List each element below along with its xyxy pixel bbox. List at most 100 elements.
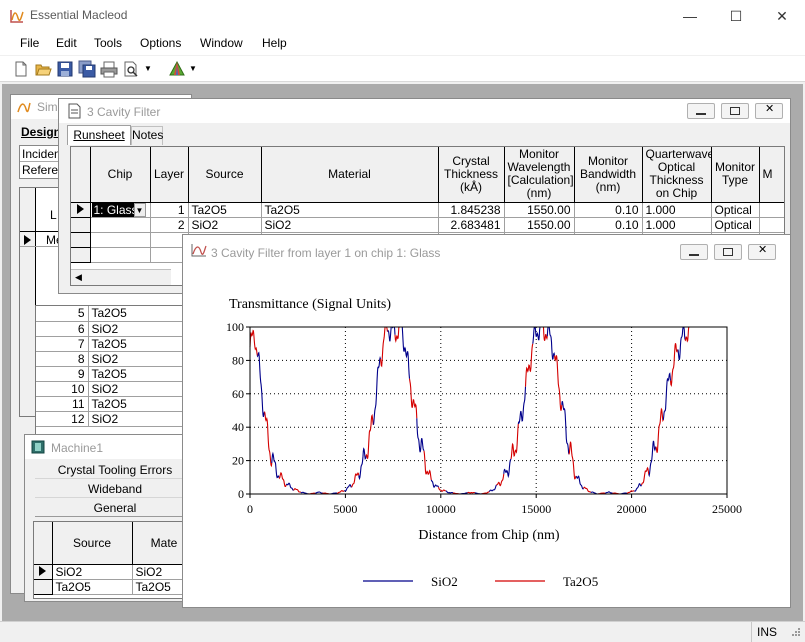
resize-grip-icon[interactable] <box>789 627 801 639</box>
horizontal-scrollbar[interactable]: ◀ <box>71 269 171 285</box>
dropdown-arrow-icon[interactable]: ▼ <box>189 64 197 73</box>
machine-window[interactable]: Machine1 Crystal Tooling Errors Wideband… <box>24 434 195 602</box>
new-file-icon[interactable] <box>12 60 30 78</box>
layer-material-cell[interactable]: SiO2 <box>88 351 194 367</box>
layer-material-cell[interactable]: Ta2O5 <box>88 306 194 322</box>
plot-window-title: 3 Cavity Filter from layer 1 on chip 1: … <box>211 246 441 260</box>
menu-options[interactable]: Options <box>140 36 181 50</box>
table-row[interactable]: 12 SiO2 <box>36 411 194 427</box>
table-cell[interactable]: SiO2 <box>188 217 262 233</box>
layer-number-cell[interactable]: 10 <box>36 381 89 397</box>
menu-file[interactable]: File <box>20 36 39 50</box>
layer-number-cell[interactable]: 8 <box>36 351 89 367</box>
tab-runsheet[interactable]: Runsheet <box>67 125 131 145</box>
runsheet-close-button[interactable]: ✕ <box>755 103 783 119</box>
layer-number-cell[interactable]: 11 <box>36 396 89 412</box>
table-cell[interactable]: Ta2O5 <box>188 202 262 218</box>
machine-sources-grid[interactable]: Source Mate SiO2 SiO2 Ta2O5 Ta2O5 <box>33 521 195 599</box>
table-cell[interactable]: 1 <box>150 202 189 218</box>
tab-notes[interactable]: Notes <box>131 126 163 145</box>
runsheet-minimize-button[interactable] <box>687 103 715 119</box>
table-cell[interactable] <box>759 202 784 218</box>
layer-number-cell[interactable]: 7 <box>36 336 89 352</box>
layer-number-cell[interactable]: 12 <box>36 411 89 427</box>
table-cell[interactable]: SiO2 <box>261 217 439 233</box>
table-row[interactable]: 11 Ta2O5 <box>36 396 194 412</box>
table-row[interactable]: 5 Ta2O5 <box>36 306 194 322</box>
layer-material-cell[interactable]: Ta2O5 <box>88 396 194 412</box>
machine-item-crystal-tooling[interactable]: Crystal Tooling Errors <box>35 461 195 479</box>
table-cell[interactable]: Optical <box>711 202 760 218</box>
table-cell[interactable]: Ta2O5 <box>261 202 439 218</box>
save-icon[interactable] <box>56 60 74 78</box>
table-cell[interactable]: 1550.00 <box>504 202 575 218</box>
table-cell[interactable]: Optical <box>711 217 760 233</box>
plot-window[interactable]: 3 Cavity Filter from layer 1 on chip 1: … <box>182 234 791 608</box>
grid-corner <box>71 147 91 203</box>
table-row[interactable]: 8 SiO2 <box>36 351 194 367</box>
layer-number-cell[interactable]: 9 <box>36 366 89 382</box>
table-cell[interactable]: 2.683481 <box>438 217 505 233</box>
layer-material-cell[interactable]: Ta2O5 <box>88 336 194 352</box>
menu-help[interactable]: Help <box>262 36 287 50</box>
scroll-left-icon[interactable]: ◀ <box>75 272 82 283</box>
series-sio2-line <box>401 327 411 379</box>
chart-series <box>249 326 691 495</box>
design-rows-table[interactable]: 5 Ta2O5 6 SiO2 7 Ta2O5 8 SiO2 9 Ta2O5 10 SiO2 11 Ta2O… <box>35 305 195 455</box>
runsheet-restore-button[interactable] <box>721 103 749 119</box>
plot-minimize-button[interactable] <box>680 244 708 260</box>
menu-edit[interactable]: Edit <box>56 36 77 50</box>
plot-close-button[interactable]: ✕ <box>748 244 776 260</box>
menu-window[interactable]: Window <box>200 36 243 50</box>
layer-material-cell[interactable]: SiO2 <box>88 321 194 337</box>
close-button[interactable]: ✕ <box>759 0 805 32</box>
layer-number-cell[interactable]: 5 <box>36 306 89 322</box>
table-cell[interactable]: 1.000 <box>642 217 712 233</box>
open-folder-icon[interactable] <box>34 60 52 78</box>
layer-material-cell[interactable]: Ta2O5 <box>88 366 194 382</box>
print-preview-icon[interactable] <box>122 60 140 78</box>
table-cell[interactable]: 0.10 <box>574 217 643 233</box>
plot-restore-button[interactable] <box>714 244 742 260</box>
menu-tools[interactable]: Tools <box>94 36 122 50</box>
table-cell[interactable]: 0.10 <box>574 202 643 218</box>
table-cell[interactable]: 1550.00 <box>504 217 575 233</box>
machine-window-icon <box>31 440 45 454</box>
table-row[interactable]: 10 SiO2 <box>36 381 194 397</box>
toolbar: ▼ ▼ <box>0 56 805 82</box>
table-row[interactable]: Ta2O5 Ta2O5 <box>34 579 194 595</box>
plot-icon[interactable] <box>168 60 186 78</box>
dropdown-arrow-icon[interactable]: ▼ <box>144 64 152 73</box>
save-all-icon[interactable] <box>78 60 96 78</box>
series-ta2o5-line <box>540 326 548 341</box>
chevron-down-icon[interactable]: ▼ <box>133 202 146 216</box>
layer-number-cell[interactable]: 6 <box>36 321 89 337</box>
table-row[interactable]: 7 Ta2O5 <box>36 336 194 352</box>
table-row[interactable]: 2 SiO2 SiO2 2.683481 1550.00 0.10 1.000 … <box>71 217 784 233</box>
table-cell[interactable] <box>759 217 784 233</box>
chip-select[interactable]: 1: Glass▼ <box>90 202 151 218</box>
table-cell[interactable]: SiO2 <box>52 564 133 580</box>
table-cell[interactable] <box>90 217 151 233</box>
layer-material-cell[interactable]: SiO2 <box>88 381 194 397</box>
table-row[interactable]: 9 Ta2O5 <box>36 366 194 382</box>
transmittance-chart[interactable]: Transmittance (Signal Units) 0 5000 10000 1… <box>183 265 790 607</box>
monitor-type-header: Monitor Type <box>711 147 760 203</box>
table-cell[interactable]: 1.000 <box>642 202 712 218</box>
table-cell[interactable]: 1.845238 <box>438 202 505 218</box>
row-marker <box>71 247 91 263</box>
table-cell[interactable]: 2 <box>150 217 189 233</box>
tab-design[interactable]: Design <box>21 125 61 139</box>
maximize-button[interactable]: ☐ <box>713 0 759 32</box>
minimize-button[interactable]: — <box>667 0 713 32</box>
machine-item-general[interactable]: General <box>35 499 195 517</box>
table-cell[interactable]: Ta2O5 <box>52 579 133 595</box>
series-ta2o5-line <box>640 466 650 486</box>
table-row[interactable]: 1: Glass▼ 1 Ta2O5 Ta2O5 1.845238 1550.00… <box>71 202 784 218</box>
series-sio2-line <box>430 479 440 488</box>
print-icon[interactable] <box>100 60 118 78</box>
layer-material-cell[interactable]: SiO2 <box>88 411 194 427</box>
table-row[interactable]: 6 SiO2 <box>36 321 194 337</box>
table-row[interactable]: SiO2 SiO2 <box>34 564 194 580</box>
machine-item-wideband[interactable]: Wideband <box>35 480 195 498</box>
